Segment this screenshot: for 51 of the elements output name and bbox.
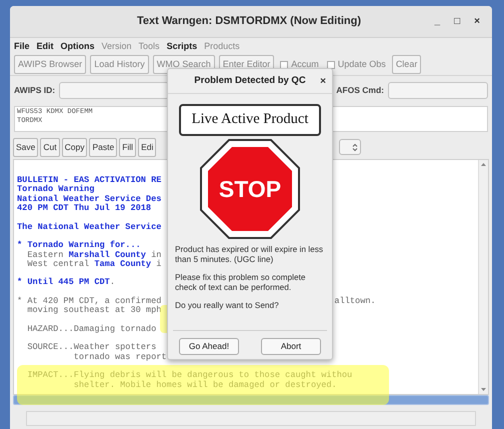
- product-text-line: tornado was report: [72, 352, 167, 362]
- menu-item[interactable]: File: [14, 40, 30, 54]
- awips-id-field[interactable]: [59, 82, 170, 98]
- menu-item[interactable]: Edit: [36, 40, 54, 54]
- product-text-line: The National Weather Service: [17, 222, 162, 232]
- toolbar-button[interactable]: Cut: [40, 138, 60, 156]
- product-text-line: HAZARD...Damaging tornado: [26, 324, 156, 334]
- product-text-line: Eastern Marshall County in: [26, 250, 162, 260]
- afos-cmd-field[interactable]: [388, 82, 488, 98]
- toolbar-button[interactable]: Fill: [119, 138, 136, 156]
- horizontal-scrollbar[interactable]: [13, 395, 489, 405]
- close-button[interactable]: ×: [320, 74, 326, 88]
- toolbar-button[interactable]: Paste: [89, 138, 118, 156]
- field-label: AFOS Cmd:: [336, 84, 384, 96]
- window-title: Text Warngen: DSMTORDMX (Now Editing): [136, 14, 362, 30]
- product-text-line: BULLETIN - EAS ACTIVATION RE: [17, 176, 162, 186]
- product-text-line: National Weather Service Des: [17, 194, 162, 204]
- product-text-line: * At 420 PM CDT, a confirmed: [17, 297, 162, 306]
- dropdown[interactable]: [339, 139, 361, 155]
- dialog-message: Please fix this problem so complete check of text can be performed.: [175, 272, 307, 292]
- menu-item[interactable]: Scripts: [166, 40, 198, 54]
- product-text-line: IMPACT...Flying debris will be dangerous to those caught withou: [26, 371, 352, 380]
- product-text-fragment: alltown.: [334, 297, 376, 306]
- vertical-scrollbar[interactable]: [478, 160, 488, 394]
- product-banner: Live Active Product: [179, 104, 321, 136]
- toolbar-button[interactable]: Copy: [62, 138, 88, 156]
- product-text-line: * Until 445 PM CDT.: [17, 278, 115, 288]
- window-control[interactable]: _: [434, 14, 440, 29]
- scroll-down-icon[interactable]: [480, 386, 487, 393]
- checkbox-label: Accum: [291, 58, 319, 71]
- product-text-line: Tornado Warning: [17, 185, 94, 194]
- stop-sign-text: STOP: [218, 175, 282, 203]
- dialog-message: Product has expired or will expire in less than 5 minutes. (UGC line): [175, 244, 324, 264]
- product-text-line: West central Tama County i: [26, 260, 162, 269]
- toolbar-button[interactable]: Save: [13, 138, 38, 156]
- dialog-message: Do you really want to Send?: [175, 300, 280, 310]
- product-text-line: * Tornado Warning for...: [17, 241, 141, 250]
- window-control[interactable]: ×: [474, 14, 480, 29]
- toolbar-button[interactable]: Edi: [138, 138, 156, 156]
- scroll-up-icon[interactable]: [480, 161, 487, 168]
- window-control[interactable]: □: [454, 14, 460, 29]
- product-text-line: 420 PM CDT Thu Jul 19 2018: [17, 204, 152, 214]
- dialog-title: Problem Detected by QC: [194, 74, 306, 88]
- dialog-button[interactable]: Abort: [261, 338, 321, 355]
- spinner-icon: [352, 142, 358, 152]
- menu-item[interactable]: Options: [60, 40, 95, 54]
- dialog-button[interactable]: Go Ahead!: [179, 338, 239, 355]
- product-text-line: SOURCE...Weather spotters: [26, 343, 156, 352]
- product-text-line: shelter. Mobile homes will be damaged or destroyed.: [72, 380, 337, 390]
- checkbox-label: Update Obs: [338, 58, 386, 71]
- field-label: AWIPS ID:: [14, 84, 56, 96]
